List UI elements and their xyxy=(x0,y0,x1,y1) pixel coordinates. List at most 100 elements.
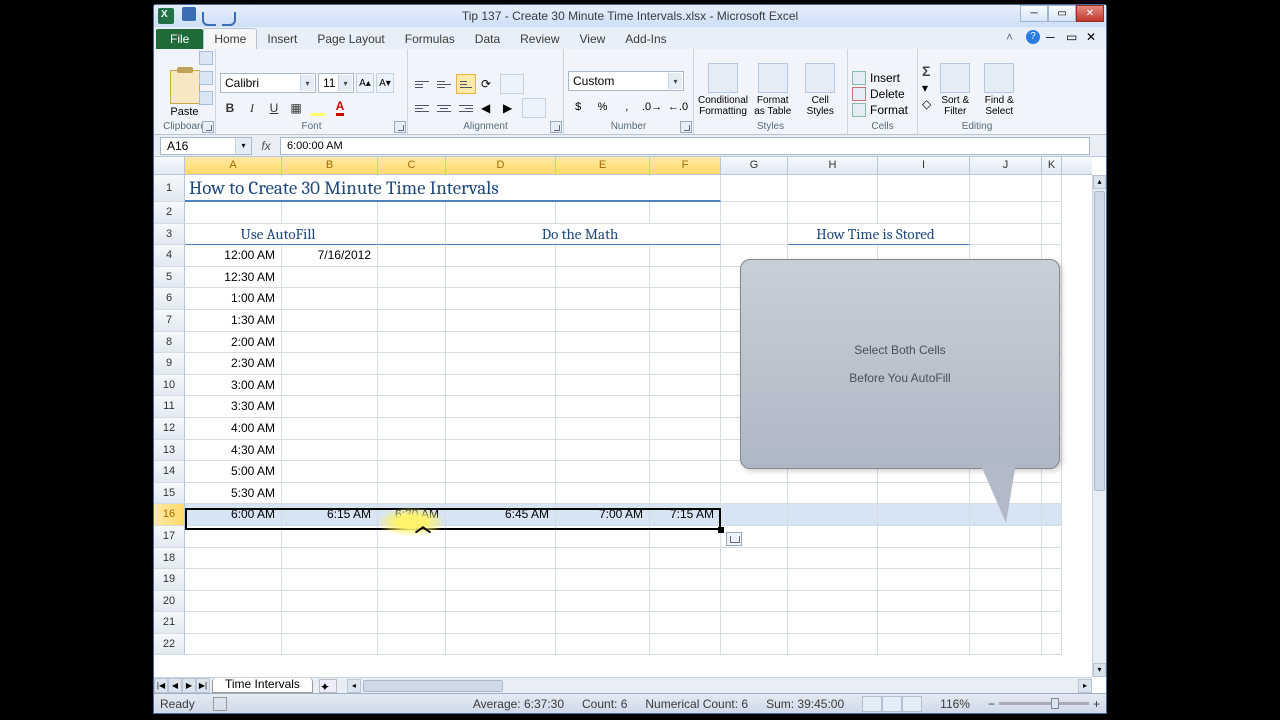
row-header[interactable]: 4 xyxy=(154,245,185,267)
cell[interactable]: 7:15 AM xyxy=(650,504,721,526)
shrink-font-button[interactable]: A▾ xyxy=(376,73,394,93)
cell[interactable] xyxy=(650,548,721,570)
cell[interactable] xyxy=(446,418,556,440)
cell[interactable] xyxy=(446,483,556,505)
cell[interactable] xyxy=(650,375,721,397)
cell[interactable] xyxy=(446,591,556,613)
cell[interactable] xyxy=(282,267,378,289)
cell[interactable]: How Time is Stored xyxy=(788,224,970,246)
select-all-corner[interactable] xyxy=(154,157,185,174)
cell[interactable] xyxy=(446,288,556,310)
percent-format-button[interactable]: % xyxy=(592,97,612,117)
orientation-button[interactable]: ⟳ xyxy=(478,74,498,94)
cell[interactable] xyxy=(1042,634,1062,656)
cell-styles-button[interactable]: Cell Styles xyxy=(800,63,842,117)
fill-button[interactable]: ▾ xyxy=(922,81,931,95)
cell[interactable] xyxy=(282,634,378,656)
cell[interactable] xyxy=(446,634,556,656)
font-launcher[interactable] xyxy=(394,121,406,133)
cell[interactable] xyxy=(1042,504,1062,526)
insert-cells-button[interactable]: Insert xyxy=(852,71,913,85)
cell[interactable] xyxy=(1042,483,1062,505)
cell[interactable] xyxy=(1042,202,1062,224)
cell[interactable] xyxy=(282,353,378,375)
macro-record-icon[interactable] xyxy=(213,697,227,711)
cell[interactable] xyxy=(556,634,650,656)
cell[interactable] xyxy=(378,483,446,505)
cell[interactable] xyxy=(788,483,878,505)
cell[interactable] xyxy=(1042,569,1062,591)
cell[interactable]: 5:00 AM xyxy=(185,461,282,483)
cell[interactable] xyxy=(788,612,878,634)
cell[interactable]: How to Create 30 Minute Time Intervals xyxy=(185,175,721,202)
cell[interactable] xyxy=(970,175,1042,202)
cell[interactable] xyxy=(446,245,556,267)
cell[interactable] xyxy=(970,548,1042,570)
cell[interactable] xyxy=(1042,175,1062,202)
clipboard-launcher[interactable] xyxy=(202,121,214,133)
cell[interactable] xyxy=(282,440,378,462)
close-button[interactable]: ✕ xyxy=(1076,5,1104,22)
font-size-combo[interactable]: 11▾ xyxy=(318,73,354,93)
cell[interactable] xyxy=(556,396,650,418)
cell[interactable] xyxy=(446,526,556,548)
align-center-button[interactable] xyxy=(434,98,454,118)
sheet-tab-active[interactable]: Time Intervals xyxy=(212,678,313,693)
maximize-button[interactable]: ▭ xyxy=(1048,5,1076,22)
cell[interactable] xyxy=(1042,591,1062,613)
cell[interactable] xyxy=(378,612,446,634)
cell[interactable] xyxy=(721,202,788,224)
scroll-up-icon[interactable]: ▴ xyxy=(1093,175,1106,189)
cell[interactable] xyxy=(721,548,788,570)
comma-format-button[interactable]: , xyxy=(617,97,637,117)
cell[interactable] xyxy=(788,569,878,591)
minimize-button[interactable]: ─ xyxy=(1020,5,1048,22)
cell[interactable] xyxy=(378,353,446,375)
cell[interactable] xyxy=(650,461,721,483)
row-header[interactable]: 19 xyxy=(154,569,185,591)
cell[interactable] xyxy=(721,591,788,613)
cell[interactable] xyxy=(650,612,721,634)
cell[interactable] xyxy=(970,569,1042,591)
cell[interactable] xyxy=(721,612,788,634)
cell[interactable] xyxy=(282,310,378,332)
cell[interactable]: 1:30 AM xyxy=(185,310,282,332)
cell[interactable] xyxy=(378,245,446,267)
column-header[interactable]: A xyxy=(185,157,282,174)
conditional-formatting-button[interactable]: Conditional Formatting xyxy=(700,63,746,117)
cell[interactable] xyxy=(650,591,721,613)
cell[interactable] xyxy=(185,612,282,634)
cell[interactable] xyxy=(556,548,650,570)
tab-formulas[interactable]: Formulas xyxy=(395,29,465,49)
tab-home[interactable]: Home xyxy=(203,28,257,49)
fx-icon[interactable]: fx xyxy=(256,139,276,153)
cell[interactable] xyxy=(378,267,446,289)
sort-filter-button[interactable]: Sort & Filter xyxy=(935,63,975,117)
column-header[interactable]: C xyxy=(378,157,446,174)
cell[interactable] xyxy=(970,526,1042,548)
cell[interactable] xyxy=(878,504,970,526)
tab-pagelayout[interactable]: Page Layout xyxy=(307,29,394,49)
cell[interactable] xyxy=(282,569,378,591)
cell[interactable] xyxy=(282,612,378,634)
cell[interactable] xyxy=(650,634,721,656)
number-launcher[interactable] xyxy=(680,121,692,133)
cell[interactable] xyxy=(721,224,788,246)
next-sheet-icon[interactable]: ▶ xyxy=(182,678,196,693)
cell[interactable] xyxy=(788,202,878,224)
tab-insert[interactable]: Insert xyxy=(257,29,307,49)
cell[interactable]: 6:30 AM xyxy=(378,504,446,526)
cell[interactable] xyxy=(556,591,650,613)
cell[interactable] xyxy=(970,591,1042,613)
increase-decimal-button[interactable]: .0→ xyxy=(641,97,663,117)
cell[interactable]: 2:30 AM xyxy=(185,353,282,375)
decrease-decimal-button[interactable]: ←.0 xyxy=(667,97,689,117)
cell[interactable]: 2:00 AM xyxy=(185,332,282,354)
merge-center-button[interactable] xyxy=(522,98,546,118)
cell[interactable]: 6:45 AM xyxy=(446,504,556,526)
name-box[interactable]: A16▾ xyxy=(160,137,252,155)
cell[interactable] xyxy=(788,634,878,656)
align-bottom-button[interactable] xyxy=(456,74,476,94)
cell[interactable] xyxy=(650,569,721,591)
row-header[interactable]: 16 xyxy=(154,504,185,526)
